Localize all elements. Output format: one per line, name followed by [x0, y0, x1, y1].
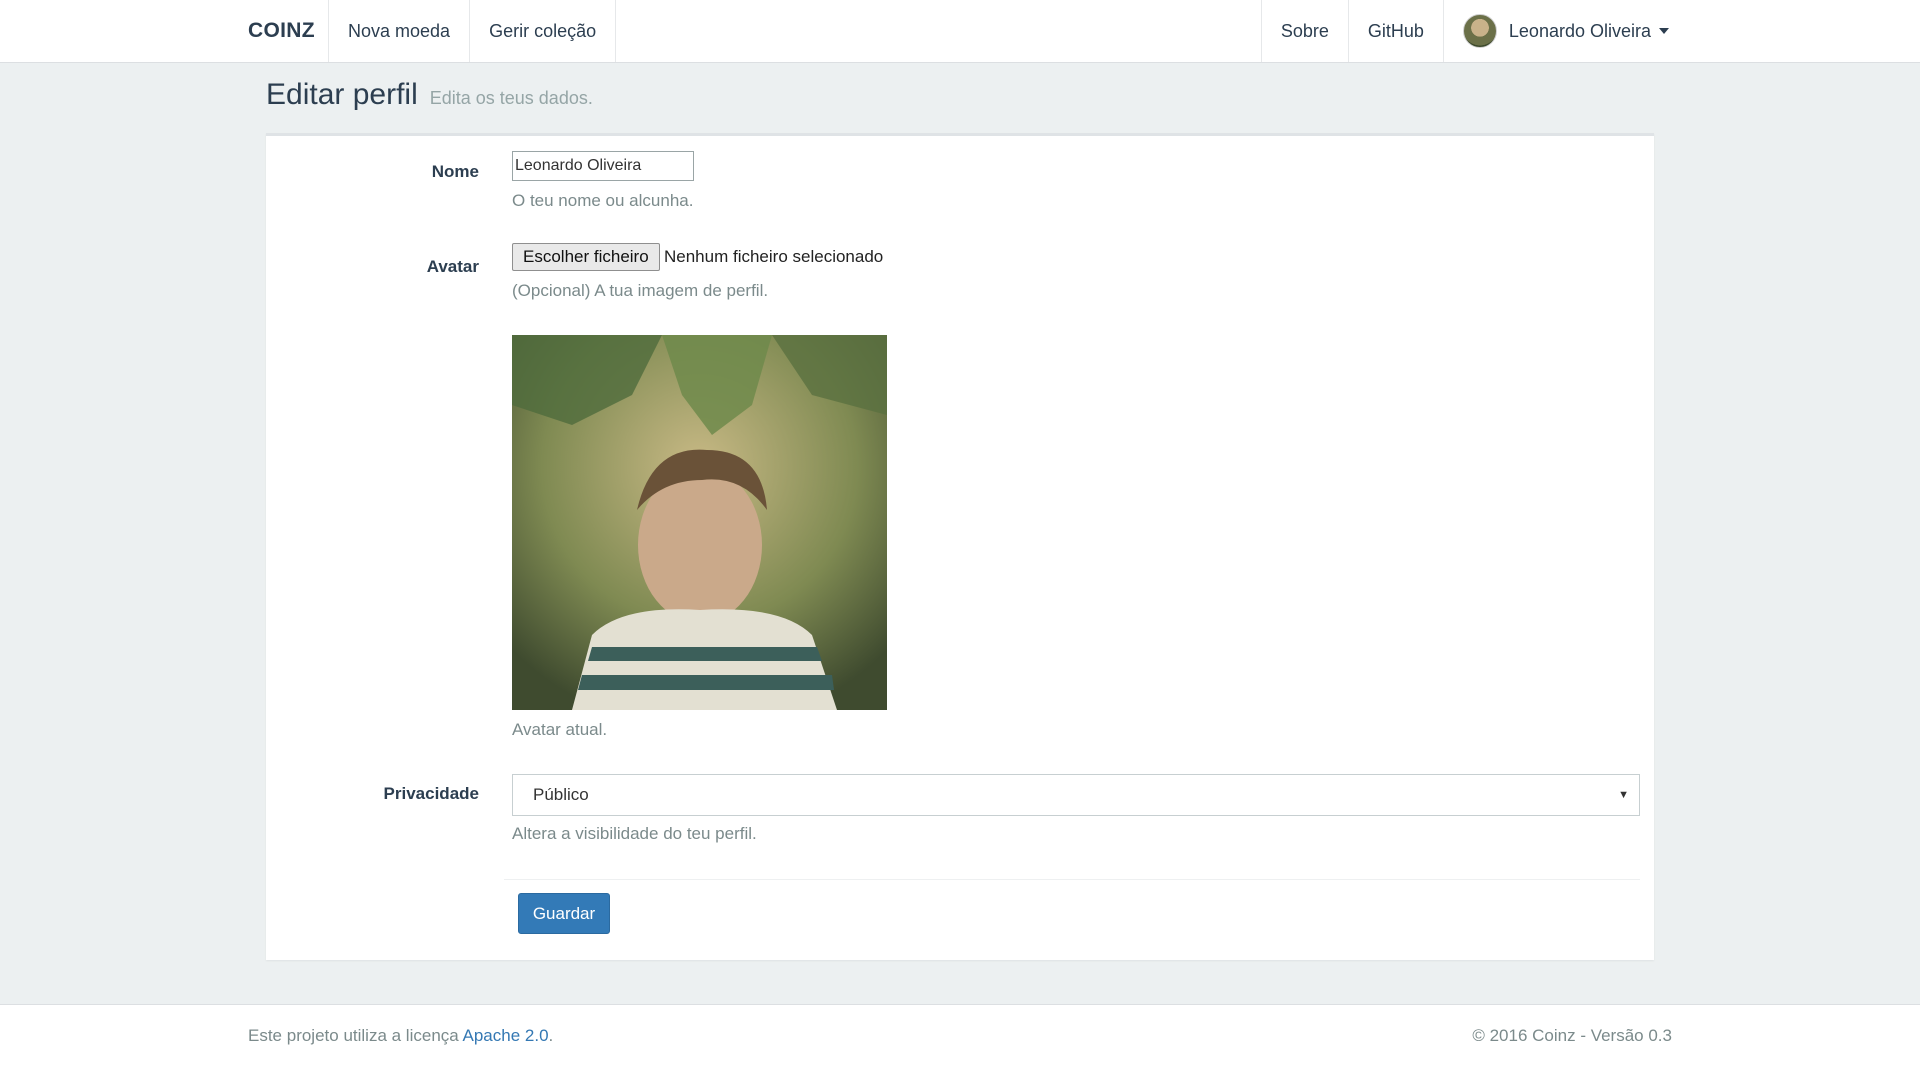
avatar-photo-icon: [512, 335, 887, 710]
nav-item-gerir-colecao[interactable]: Gerir coleção: [469, 0, 617, 62]
navbar: COINZ Nova moeda Gerir coleção Sobre Git…: [0, 0, 1920, 63]
nav-left: Nova moeda Gerir coleção: [328, 0, 617, 62]
save-button[interactable]: Guardar: [518, 893, 610, 934]
nav-item-github[interactable]: GitHub: [1347, 0, 1443, 62]
avatar-help: (Opcional) A tua imagem de perfil.: [512, 281, 769, 300]
page-header: Editar perfil Edita os teus dados.: [266, 78, 593, 118]
dropdown-arrow-icon: ▼: [1618, 789, 1629, 801]
privacy-help: Altera a visibilidade do teu perfil.: [512, 824, 757, 843]
choose-file-button[interactable]: Escolher ficheiro: [512, 243, 660, 271]
license-link[interactable]: Apache 2.0: [463, 1026, 549, 1045]
nav-item-sobre[interactable]: Sobre: [1260, 0, 1348, 62]
avatar: [1462, 14, 1497, 48]
brand-logo[interactable]: COINZ: [248, 0, 315, 62]
license-suffix: .: [548, 1026, 554, 1045]
user-menu[interactable]: Leonardo Oliveira: [1442, 0, 1688, 62]
page-title: Editar perfil: [266, 78, 418, 111]
page-subtitle: Edita os teus dados.: [429, 88, 593, 108]
profile-form-card: Nome O teu nome ou alcunha. Avatar Escol…: [266, 133, 1654, 960]
file-status: Nenhum ficheiro selecionado: [664, 247, 884, 266]
footer: Este projeto utiliza a licença Apache 2.…: [0, 1004, 1920, 1081]
privacy-selected-value: Público: [533, 785, 589, 804]
current-avatar-image: [512, 335, 887, 710]
privacy-select[interactable]: Público ▼: [512, 774, 1640, 816]
license-text: Este projeto utiliza a licença Apache 2.…: [248, 1026, 553, 1046]
avatar-label: Avatar: [426, 257, 479, 276]
license-prefix: Este projeto utiliza a licença: [248, 1026, 463, 1045]
name-label: Nome: [431, 162, 479, 181]
name-input[interactable]: [512, 151, 694, 181]
name-help: O teu nome ou alcunha.: [512, 191, 694, 210]
copyright: © 2016 Coinz - Versão 0.3: [1472, 1026, 1672, 1045]
user-name: Leonardo Oliveira: [1508, 21, 1651, 41]
navbar-container: COINZ Nova moeda Gerir coleção Sobre Git…: [232, 0, 1688, 62]
nav-right: Sobre GitHub Leonardo Oliveira: [1260, 0, 1688, 62]
current-avatar-caption: Avatar atual.: [512, 720, 608, 739]
divider: [504, 879, 1640, 880]
nav-item-nova-moeda[interactable]: Nova moeda: [328, 0, 469, 62]
caret-down-icon: [1659, 28, 1669, 34]
privacy-label: Privacidade: [383, 784, 479, 803]
